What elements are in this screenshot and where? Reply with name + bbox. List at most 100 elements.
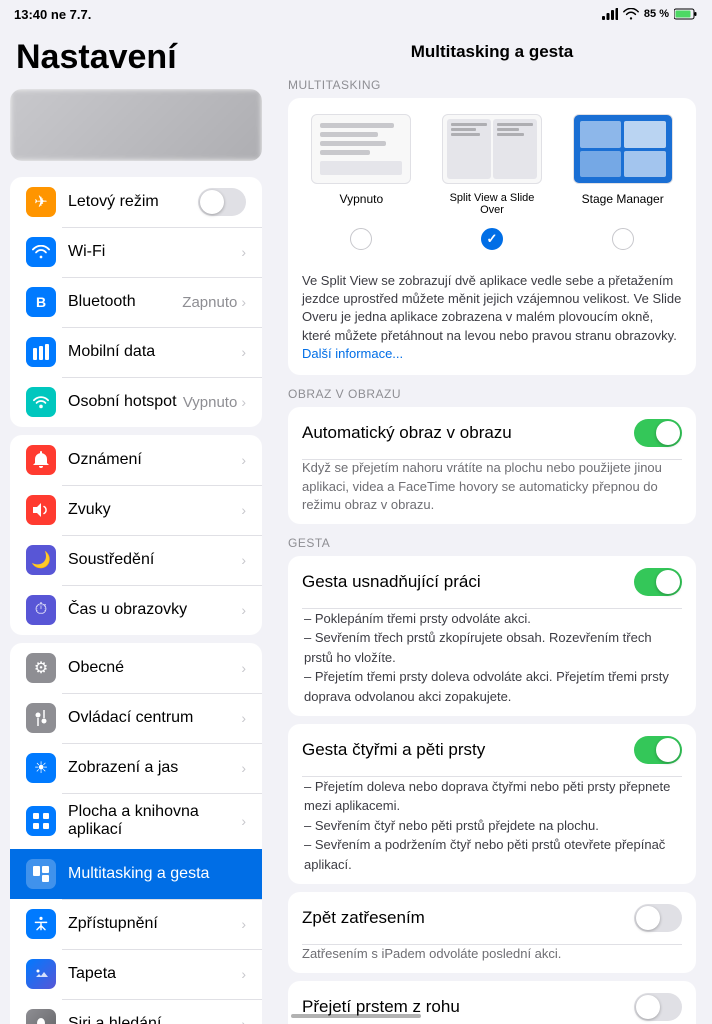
chevron-icon: › xyxy=(241,502,246,518)
sidebar-section-system: ⚙ Obecné › Ovládací centrum › ☀ Zobrazen… xyxy=(10,643,262,1024)
sidebar-item-zvuky[interactable]: Zvuky › xyxy=(10,485,262,535)
sidebar-label-plocha: Plocha a knihovna aplikací xyxy=(68,803,237,839)
obraz-toggle[interactable] xyxy=(634,419,682,447)
chevron-icon: › xyxy=(241,602,246,618)
sidebar-item-plocha[interactable]: Plocha a knihovna aplikací › xyxy=(10,793,262,849)
multitasking-icon xyxy=(26,859,56,889)
gesta-ctyrmi-row: Gesta čtyřmi a pěti prsty xyxy=(288,724,696,776)
zpet-toggle[interactable] xyxy=(634,904,682,932)
sidebar-item-letovy-rezim[interactable]: ✈ Letový režim xyxy=(10,177,262,227)
sidebar-label-soustredeni: Soustředění xyxy=(68,551,237,569)
gesta-usnadnujici-toggle[interactable] xyxy=(634,568,682,596)
sidebar-label-oznámení: Oznámení xyxy=(68,451,237,469)
radio-split[interactable] xyxy=(481,228,503,250)
chevron-icon: › xyxy=(241,1016,246,1024)
sidebar-item-ovladaci[interactable]: Ovládací centrum › xyxy=(10,693,262,743)
obraz-row: Automatický obraz v obrazu xyxy=(288,407,696,459)
chevron-icon: › xyxy=(241,813,246,829)
bluetooth-value: Zapnuto xyxy=(182,294,237,311)
sidebar-label-tapeta: Tapeta xyxy=(68,965,237,983)
bullet-1: – Přejetím doleva nebo doprava čtyřmi ne… xyxy=(302,777,682,816)
letovy-rezim-icon: ✈ xyxy=(26,187,56,217)
sidebar-item-mobilni-data[interactable]: Mobilní data › xyxy=(10,327,262,377)
mt-image-split xyxy=(442,114,542,184)
sidebar-label-multitasking: Multitasking a gesta xyxy=(68,865,246,883)
gesta-ctyrmi-label: Gesta čtyřmi a pěti prsty xyxy=(302,740,634,760)
mt-option-stage[interactable]: Stage Manager xyxy=(557,114,688,216)
sidebar-item-hotspot[interactable]: Osobní hotspot Vypnuto › xyxy=(10,377,262,427)
sidebar-item-tapeta[interactable]: Tapeta › xyxy=(10,949,262,999)
radio-stage[interactable] xyxy=(612,228,634,250)
bluetooth-icon: B xyxy=(26,287,56,317)
zpristupneni-icon xyxy=(26,909,56,939)
status-indicators: 85 % xyxy=(602,8,698,20)
chevron-icon: › xyxy=(241,552,246,568)
gesta-ctyrmi-toggle[interactable] xyxy=(634,736,682,764)
battery-icon xyxy=(674,8,698,20)
home-indicator xyxy=(291,1014,421,1018)
radio-vypnuto[interactable] xyxy=(350,228,372,250)
multitasking-card: Vypnuto xyxy=(288,98,696,375)
sidebar-label-letovy-rezim: Letový režim xyxy=(68,193,198,211)
sidebar-item-obecne[interactable]: ⚙ Obecné › xyxy=(10,643,262,693)
multitasking-section-header: MULTITASKING xyxy=(272,74,712,98)
hotspot-icon xyxy=(26,387,56,417)
sidebar-item-wifi[interactable]: Wi-Fi › xyxy=(10,227,262,277)
sidebar-item-zpristupneni[interactable]: Zpřístupnění › xyxy=(10,899,262,949)
zobrazeni-icon: ☀ xyxy=(26,753,56,783)
sidebar: Nastavení ✈ Letový režim Wi-Fi › B Bluet… xyxy=(0,28,272,1024)
chevron-icon: › xyxy=(241,394,246,410)
bullet-1: – Poklepáním třemi prsty odvoláte akci. xyxy=(302,609,682,629)
multitasking-radio-row xyxy=(288,224,696,262)
sidebar-item-oznámení[interactable]: Oznámení › xyxy=(10,435,262,485)
signal-icon xyxy=(602,8,618,20)
obecne-icon: ⚙ xyxy=(26,653,56,683)
chevron-icon: › xyxy=(241,710,246,726)
profile-section[interactable] xyxy=(10,89,262,161)
obraz-label: Automatický obraz v obrazu xyxy=(302,423,634,443)
sidebar-label-hotspot: Osobní hotspot xyxy=(68,393,183,411)
sidebar-item-soustredeni[interactable]: 🌙 Soustředění › xyxy=(10,535,262,585)
main-layout: Nastavení ✈ Letový režim Wi-Fi › B Bluet… xyxy=(0,28,712,1024)
zpet-row: Zpět zatřesením xyxy=(288,892,696,944)
gesta-ctyrmi-bullets: – Přejetím doleva nebo doprava čtyřmi ne… xyxy=(288,777,696,885)
chevron-icon: › xyxy=(241,244,246,260)
soustredeni-icon: 🌙 xyxy=(26,545,56,575)
mt-option-vypnuto[interactable]: Vypnuto xyxy=(296,114,427,216)
obraz-card: Automatický obraz v obrazu Když se přeje… xyxy=(288,407,696,524)
gesta-usnadnujici-label: Gesta usnadňující práci xyxy=(302,572,634,592)
tapeta-icon xyxy=(26,959,56,989)
sidebar-label-zobrazeni: Zobrazení a jas xyxy=(68,759,237,777)
mt-label-split: Split View a Slide Over xyxy=(442,192,542,216)
bullet-2: – Sevřením třech prstů zkopírujete obsah… xyxy=(302,628,682,667)
sidebar-label-zpristupneni: Zpřístupnění xyxy=(68,915,237,933)
sidebar-item-siri[interactable]: Siri a hledání › xyxy=(10,999,262,1024)
sidebar-label-obecne: Obecné xyxy=(68,659,237,677)
prejeti-toggle[interactable] xyxy=(634,993,682,1021)
ovladaci-icon xyxy=(26,703,56,733)
zpet-description: Zatřesením s iPadem odvoláte poslední ak… xyxy=(288,945,696,973)
sidebar-title: Nastavení xyxy=(0,28,272,89)
wifi-icon xyxy=(623,8,639,20)
chevron-icon: › xyxy=(241,916,246,932)
mt-image-stage xyxy=(573,114,673,184)
panel-title: Multitasking a gesta xyxy=(272,28,712,74)
profile-blur xyxy=(10,89,262,161)
siri-icon xyxy=(26,1009,56,1024)
mt-option-split[interactable]: Split View a Slide Over xyxy=(427,114,558,216)
sidebar-label-mobilni: Mobilní data xyxy=(68,343,237,361)
sidebar-label-wifi: Wi-Fi xyxy=(68,243,237,261)
sidebar-item-cas[interactable]: ⏱ Čas u obrazovky › xyxy=(10,585,262,635)
sidebar-label-ovladaci: Ovládací centrum xyxy=(68,709,237,727)
dalsi-informace-link[interactable]: Další informace... xyxy=(302,346,403,361)
status-bar: 13:40 ne 7.7. 85 % xyxy=(0,0,712,28)
mobilni-icon xyxy=(26,337,56,367)
sidebar-item-multitasking[interactable]: Multitasking a gesta xyxy=(10,849,262,899)
split-view-info: Ve Split View se zobrazují dvě aplikace … xyxy=(288,262,696,375)
sidebar-section-connectivity: ✈ Letový režim Wi-Fi › B Bluetooth Zapnu… xyxy=(10,177,262,427)
letovy-rezim-toggle[interactable] xyxy=(198,188,246,216)
sidebar-item-bluetooth[interactable]: B Bluetooth Zapnuto › xyxy=(10,277,262,327)
gesta-usnadnujici-bullets: – Poklepáním třemi prsty odvoláte akci. … xyxy=(288,609,696,717)
zpet-label: Zpět zatřesením xyxy=(302,908,634,928)
sidebar-item-zobrazeni[interactable]: ☀ Zobrazení a jas › xyxy=(10,743,262,793)
